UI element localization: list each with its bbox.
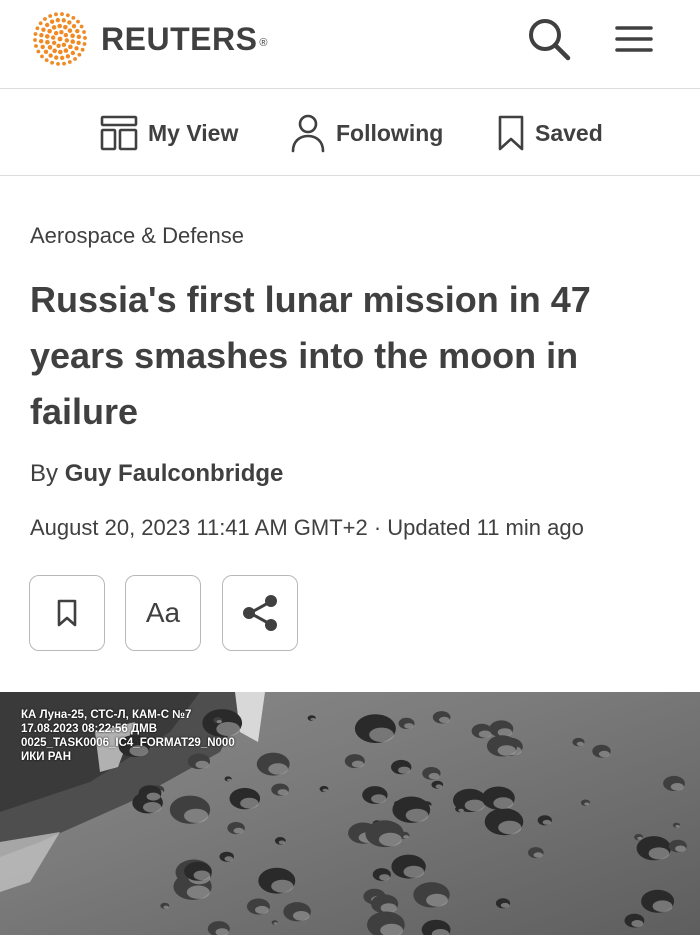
hamburger-menu-icon — [615, 26, 653, 52]
nav-following-label: Following — [336, 119, 444, 146]
article-category-link[interactable]: Aerospace & Defense — [30, 223, 244, 249]
caption-line: КА Луна-25, СТС-Л, КАМ-С №7 — [21, 709, 192, 721]
caption-line: 0025_TASK0006_IC4_FORMAT29_N000 — [21, 737, 235, 749]
byline: By Guy Faulconbridge — [30, 460, 283, 488]
nav-following[interactable]: Following — [290, 112, 443, 154]
image-caption-overlay: КА Луна-25, СТС-Л, КАМ-С №7 17.08.2023 0… — [21, 708, 235, 764]
byline-prefix: By — [30, 460, 59, 487]
person-icon — [291, 114, 325, 153]
nav-saved[interactable]: Saved — [497, 112, 603, 154]
article-headline: Russia's first lunar mission in 47 years… — [30, 279, 591, 432]
nav-my-view[interactable]: My View — [100, 112, 238, 154]
nav-my-view-label: My View — [148, 119, 239, 146]
nav-saved-label: Saved — [535, 119, 603, 146]
search-button[interactable] — [526, 16, 572, 62]
share-button[interactable] — [222, 575, 298, 651]
bookmark-icon — [498, 115, 524, 151]
reuters-logo-icon[interactable] — [30, 11, 90, 67]
article-lead-image[interactable]: КА Луна-25, СТС-Л, КАМ-С №7 17.08.2023 0… — [0, 692, 700, 935]
menu-button[interactable] — [612, 20, 656, 58]
site-header: REUTERS ® — [0, 0, 700, 89]
bookmark-icon — [57, 599, 77, 627]
save-article-button[interactable] — [29, 575, 105, 651]
article-dateline: August 20, 2023 11:41 AM GMT+2 · Updated… — [30, 515, 584, 540]
text-size-button[interactable]: Aa — [125, 575, 201, 651]
registered-mark: ® — [259, 37, 269, 49]
my-view-icon — [100, 115, 138, 151]
share-icon — [243, 595, 277, 631]
author-link[interactable]: Guy Faulconbridge — [65, 460, 284, 487]
brand-name: REUTERS — [101, 21, 258, 57]
text-size-label: Aa — [145, 597, 181, 628]
brand-wordmark[interactable]: REUTERS ® — [101, 20, 268, 58]
caption-line: ИКИ РАН — [21, 751, 72, 763]
search-icon — [529, 19, 571, 61]
secondary-nav: My View Following Saved — [0, 90, 700, 176]
caption-line: 17.08.2023 08:22:56 ДМВ — [21, 723, 158, 735]
